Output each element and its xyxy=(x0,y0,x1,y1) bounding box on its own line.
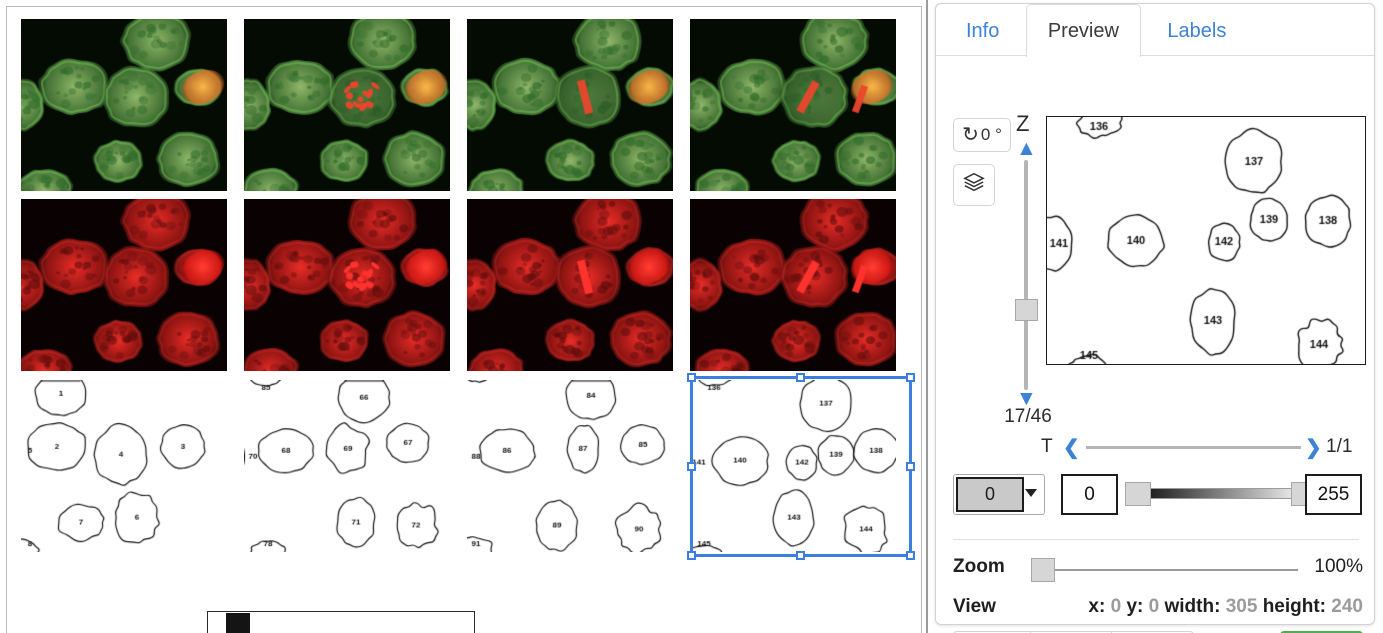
tab-info[interactable]: Info xyxy=(944,4,1021,56)
side-panel: Info Preview Labels ↻ 0 ° Z ▲ ▼ 17/46 T … xyxy=(935,3,1375,633)
bottom-thumbnail-strip[interactable] xyxy=(207,611,475,633)
zoom-slider-track[interactable] xyxy=(1035,569,1298,571)
t-prev-chevron-icon[interactable]: ❮ xyxy=(1063,435,1080,460)
zoom-label: Zoom xyxy=(953,556,1005,577)
well-a3[interactable] xyxy=(467,19,673,191)
channel-min-input[interactable]: 0 xyxy=(1061,474,1118,515)
z-axis-label: Z xyxy=(1016,111,1030,136)
channel-max-input[interactable]: 255 xyxy=(1305,474,1362,515)
image-viewer-frame[interactable] xyxy=(6,6,922,633)
image-grid xyxy=(21,19,921,371)
rotate-angle-label: 0 ° xyxy=(980,125,1002,144)
tab-bar: Info Preview Labels xyxy=(936,4,1374,57)
z-up-chevron-icon[interactable]: ▲ xyxy=(1016,138,1037,159)
channel-contrast-row: 0 0 255 xyxy=(953,474,1363,516)
resize-handle-se[interactable] xyxy=(906,551,915,560)
tab-labels[interactable]: Labels xyxy=(1145,4,1248,56)
channel-select-value: 0 xyxy=(956,477,1024,512)
contrast-gradient-track[interactable] xyxy=(1135,488,1295,499)
view-y-value: 0 xyxy=(1148,596,1160,617)
view-x-value: 0 xyxy=(1110,596,1122,617)
z-counter: 17/46 xyxy=(1004,406,1052,427)
rotate-icon: ↻ xyxy=(962,124,979,146)
view-row: View x: 0 y: 0 width: 305 height: 240 xyxy=(953,596,1363,622)
caret-down-icon xyxy=(1025,489,1037,497)
preview-canvas[interactable] xyxy=(1046,116,1366,365)
t-axis-label: T xyxy=(1041,436,1053,457)
well-a4[interactable] xyxy=(690,19,896,191)
well-c2[interactable] xyxy=(244,380,450,555)
t-slider-row: T ❮ ❯ 1/1 xyxy=(1041,434,1366,460)
layers-icon xyxy=(963,172,985,192)
layers-button[interactable] xyxy=(953,164,995,206)
t-next-chevron-icon[interactable]: ❯ xyxy=(1305,435,1322,460)
rotate-button[interactable]: ↻ 0 ° xyxy=(953,118,1011,152)
image-viewer-panel xyxy=(0,0,928,633)
section-divider xyxy=(953,539,1359,540)
well-c1[interactable] xyxy=(21,380,227,555)
view-coordinates: x: 0 y: 0 width: 305 height: 240 xyxy=(1088,596,1363,618)
well-b1[interactable] xyxy=(21,199,227,371)
thumbnail-block-1 xyxy=(226,613,250,633)
view-label: View xyxy=(953,596,996,617)
view-width-key: width: xyxy=(1164,596,1221,617)
z-slider-track[interactable] xyxy=(1024,160,1028,390)
well-b2[interactable] xyxy=(244,199,450,371)
well-c3[interactable] xyxy=(467,380,673,555)
image-viewer-app: Info Preview Labels ↻ 0 ° Z ▲ ▼ 17/46 T … xyxy=(0,0,1383,633)
contrast-min-handle[interactable] xyxy=(1125,482,1151,506)
view-x-key: x: xyxy=(1088,596,1106,617)
z-slider-thumb[interactable] xyxy=(1015,299,1038,321)
zoom-slider-thumb[interactable] xyxy=(1031,558,1055,582)
t-counter: 1/1 xyxy=(1326,436,1353,457)
well-a2[interactable] xyxy=(244,19,450,191)
tab-preview[interactable]: Preview xyxy=(1025,4,1141,57)
view-y-key: y: xyxy=(1126,596,1144,617)
view-width-value: 305 xyxy=(1225,596,1258,617)
well-b3[interactable] xyxy=(467,199,673,371)
zoom-row: Zoom 100% xyxy=(953,554,1363,584)
channel-select[interactable]: 0 xyxy=(953,474,1045,515)
segmentation-grid xyxy=(21,380,921,555)
t-slider-track[interactable] xyxy=(1086,446,1301,449)
preview-tab-panel: ↻ 0 ° Z ▲ ▼ 17/46 T ❮ ❯ 1/1 0 0 255 Zoom… xyxy=(936,56,1374,633)
well-c4[interactable] xyxy=(690,380,896,555)
well-a1[interactable] xyxy=(21,19,227,191)
view-height-key: height: xyxy=(1262,596,1327,617)
zoom-value: 100% xyxy=(1314,556,1363,577)
well-b4[interactable] xyxy=(690,199,896,371)
view-height-value: 240 xyxy=(1331,596,1363,617)
